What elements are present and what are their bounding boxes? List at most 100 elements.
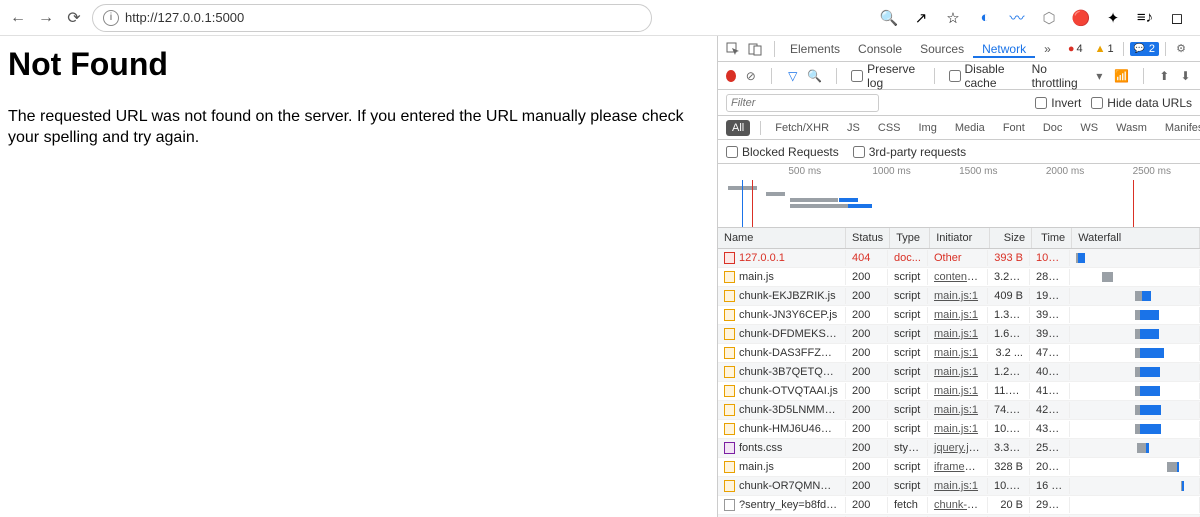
initiator-link[interactable]: main.js:1 xyxy=(934,385,978,397)
bookmark-icon[interactable]: ☆ xyxy=(944,9,962,27)
column-initiator[interactable]: Initiator xyxy=(930,228,990,248)
request-row[interactable]: 127.0.0.1404doc...Other393 B101 ... xyxy=(718,249,1200,268)
export-har-icon[interactable]: ⬇ xyxy=(1179,68,1192,84)
extensions-menu-icon[interactable]: ✦ xyxy=(1104,9,1122,27)
invert-checkbox[interactable]: Invert xyxy=(1035,96,1081,110)
request-row[interactable]: chunk-HMJ6U46X.js200scriptmain.js:110.9 … xyxy=(718,420,1200,439)
devtools-tabs: ElementsConsoleSourcesNetwork » 4 1 2 ⚙ xyxy=(718,36,1200,62)
request-row[interactable]: chunk-OTVQTAAI.js200scriptmain.js:111.8 … xyxy=(718,382,1200,401)
initiator-link[interactable]: jquery.js:6... xyxy=(934,442,988,454)
initiator-link[interactable]: iframes-w... xyxy=(934,461,988,473)
address-bar[interactable]: i http://127.0.0.1:5000 xyxy=(92,4,652,32)
request-row[interactable]: chunk-3D5LNMMB.js200scriptmain.js:174.4 … xyxy=(718,401,1200,420)
settings-icon[interactable]: ⚙ xyxy=(1172,40,1190,58)
tab-sources[interactable]: Sources xyxy=(911,42,973,56)
warning-count-badge[interactable]: 1 xyxy=(1092,42,1117,56)
hide-data-urls-checkbox[interactable]: Hide data URLs xyxy=(1091,96,1192,110)
request-row[interactable]: main.js200scriptcontent-w...3.2 kB289 ..… xyxy=(718,268,1200,287)
initiator-link[interactable]: main.js:1 xyxy=(934,290,978,302)
tab-network[interactable]: Network xyxy=(973,42,1035,58)
site-info-icon[interactable]: i xyxy=(103,10,119,26)
forward-button[interactable]: → xyxy=(36,8,56,28)
device-toggle-icon[interactable] xyxy=(746,40,764,58)
initiator-link[interactable]: main.js:1 xyxy=(934,423,978,435)
request-row[interactable]: chunk-3B7QETQQ.js200scriptmain.js:11.2 k… xyxy=(718,363,1200,382)
preserve-log-checkbox[interactable]: Preserve log xyxy=(851,62,920,90)
network-conditions-icon[interactable]: 📶 xyxy=(1114,68,1129,84)
blocked-requests-checkbox[interactable]: Blocked Requests xyxy=(726,145,839,159)
filter-doc[interactable]: Doc xyxy=(1039,120,1067,136)
network-toolbar: ⊘ ▽ 🔍 Preserve log Disable cache No thro… xyxy=(718,62,1200,90)
filter-font[interactable]: Font xyxy=(999,120,1029,136)
error-count-badge[interactable]: 4 xyxy=(1065,42,1086,56)
column-size[interactable]: Size xyxy=(990,228,1032,248)
filter-all[interactable]: All xyxy=(726,120,750,136)
initiator-link[interactable]: main.js:1 xyxy=(934,404,978,416)
filter-js[interactable]: JS xyxy=(843,120,864,136)
request-row[interactable]: chunk-DAS3FFZO.js200scriptmain.js:13.2 .… xyxy=(718,344,1200,363)
initiator-link[interactable]: main.js:1 xyxy=(934,328,978,340)
request-row[interactable]: chunk-JN3Y6CEP.js200scriptmain.js:11.3 k… xyxy=(718,306,1200,325)
messages-badge[interactable]: 2 xyxy=(1130,42,1159,56)
column-name[interactable]: Name xyxy=(718,228,846,248)
filter-manifest[interactable]: Manifest xyxy=(1161,120,1200,136)
inspect-icon[interactable] xyxy=(724,40,742,58)
zoom-icon[interactable]: 🔍 xyxy=(880,9,898,27)
filter-wasm[interactable]: Wasm xyxy=(1112,120,1151,136)
filter-media[interactable]: Media xyxy=(951,120,989,136)
column-type[interactable]: Type xyxy=(890,228,930,248)
record-button[interactable] xyxy=(726,70,736,82)
initiator-link[interactable]: main.js:1 xyxy=(934,347,978,359)
share-icon[interactable]: ↗ xyxy=(912,9,930,27)
filter-toggle-icon[interactable]: ▽ xyxy=(786,68,799,84)
reading-list-icon[interactable]: ≡♪ xyxy=(1136,9,1154,27)
extension-3-icon[interactable]: ⬡ xyxy=(1040,9,1058,27)
file-icon xyxy=(724,252,735,264)
column-status[interactable]: Status xyxy=(846,228,890,248)
import-har-icon[interactable]: ⬆ xyxy=(1158,68,1171,84)
timeline-tick: 2500 ms xyxy=(1133,166,1171,177)
initiator-link[interactable]: main.js:1 xyxy=(934,309,978,321)
browser-toolbar: ← → ⟳ i http://127.0.0.1:5000 🔍 ↗ ☆ ◐ 〰 … xyxy=(0,0,1200,36)
filter-ws[interactable]: WS xyxy=(1076,120,1102,136)
column-waterfall[interactable]: Waterfall xyxy=(1072,228,1200,248)
throttling-select[interactable]: No throttling xyxy=(1032,62,1085,90)
request-row[interactable]: chunk-EKJBZRIK.js200scriptmain.js:1409 B… xyxy=(718,287,1200,306)
request-table: Name Status Type Initiator Size Time Wat… xyxy=(718,228,1200,517)
file-icon xyxy=(724,271,735,283)
extension-1-icon[interactable]: ◐ xyxy=(976,9,994,27)
request-row[interactable]: chunk-DFDMEKSX.js200scriptmain.js:11.6 k… xyxy=(718,325,1200,344)
tab-console[interactable]: Console xyxy=(849,42,911,56)
filter-input[interactable] xyxy=(726,94,879,112)
extension-4-icon[interactable]: 🔴 xyxy=(1072,9,1090,27)
third-party-checkbox[interactable]: 3rd-party requests xyxy=(853,145,966,159)
search-icon[interactable]: 🔍 xyxy=(807,68,822,84)
filter-img[interactable]: Img xyxy=(915,120,941,136)
account-icon[interactable]: ◻ xyxy=(1168,9,1186,27)
reload-button[interactable]: ⟳ xyxy=(64,8,84,28)
clear-button[interactable]: ⊘ xyxy=(744,68,757,84)
file-icon xyxy=(724,423,735,435)
back-button[interactable]: ← xyxy=(8,8,28,28)
request-row[interactable]: ?sentry_key=b8fdd4...200fetchchunk-DA...… xyxy=(718,496,1200,515)
timeline-tick: 1000 ms xyxy=(872,166,910,177)
tab-elements[interactable]: Elements xyxy=(781,42,849,56)
initiator-link[interactable]: content-w... xyxy=(934,271,988,283)
column-time[interactable]: Time xyxy=(1032,228,1072,248)
request-row[interactable]: fonts.css200style...jquery.js:6...3.3 kB… xyxy=(718,439,1200,458)
page-title: Not Found xyxy=(8,46,709,83)
extension-2-icon[interactable]: 〰 xyxy=(1008,9,1026,27)
request-row[interactable]: chunk-OR7QMNM7.js200scriptmain.js:110.9 … xyxy=(718,477,1200,496)
filter-fetchxhr[interactable]: Fetch/XHR xyxy=(771,120,833,136)
filter-css[interactable]: CSS xyxy=(874,120,905,136)
throttling-dropdown-icon[interactable]: ▾ xyxy=(1093,68,1106,84)
initiator-link[interactable]: main.js:1 xyxy=(934,480,978,492)
filter-bar: Invert Hide data URLs xyxy=(718,90,1200,116)
initiator-link[interactable]: main.js:1 xyxy=(934,366,978,378)
disable-cache-checkbox[interactable]: Disable cache xyxy=(949,62,1024,90)
initiator-link[interactable]: chunk-DA... xyxy=(934,499,988,511)
timeline-overview[interactable]: 500 ms1000 ms1500 ms2000 ms2500 ms xyxy=(718,164,1200,228)
extension-icons: 🔍 ↗ ☆ ◐ 〰 ⬡ 🔴 ✦ ≡♪ ◻ xyxy=(880,9,1192,27)
request-row[interactable]: main.js200scriptiframes-w...328 B201 ... xyxy=(718,458,1200,477)
tabs-overflow-icon[interactable]: » xyxy=(1035,36,1060,62)
